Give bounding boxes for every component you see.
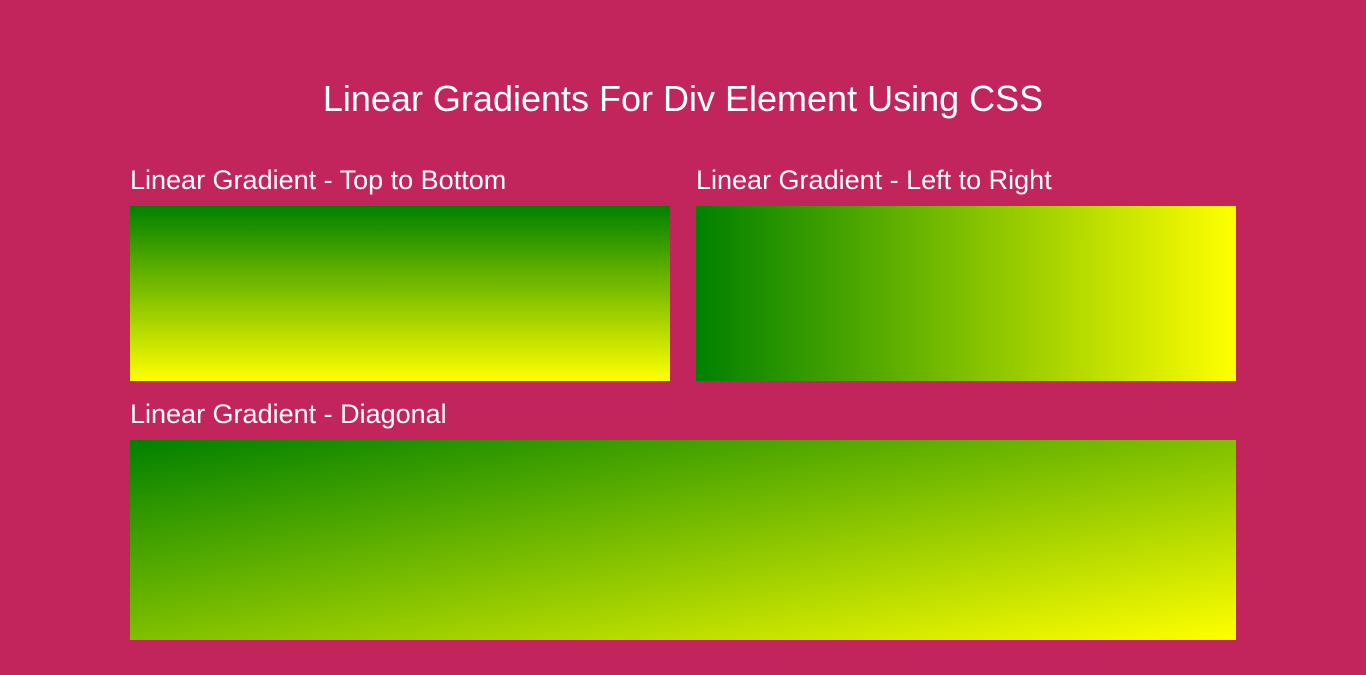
gradient-box-top-bottom [130, 206, 670, 381]
heading-left-right: Linear Gradient - Left to Right [696, 165, 1236, 196]
gradient-box-left-right [696, 206, 1236, 381]
example-left-right: Linear Gradient - Left to Right [696, 165, 1236, 381]
heading-diagonal: Linear Gradient - Diagonal [130, 399, 1236, 430]
heading-top-bottom: Linear Gradient - Top to Bottom [130, 165, 670, 196]
example-top-bottom: Linear Gradient - Top to Bottom [130, 165, 670, 381]
example-diagonal: Linear Gradient - Diagonal [130, 399, 1236, 640]
page-title: Linear Gradients For Div Element Using C… [130, 0, 1236, 165]
gradient-box-diagonal [130, 440, 1236, 640]
examples-row-1: Linear Gradient - Top to Bottom Linear G… [130, 165, 1236, 381]
main-container: Linear Gradients For Div Element Using C… [0, 0, 1366, 640]
